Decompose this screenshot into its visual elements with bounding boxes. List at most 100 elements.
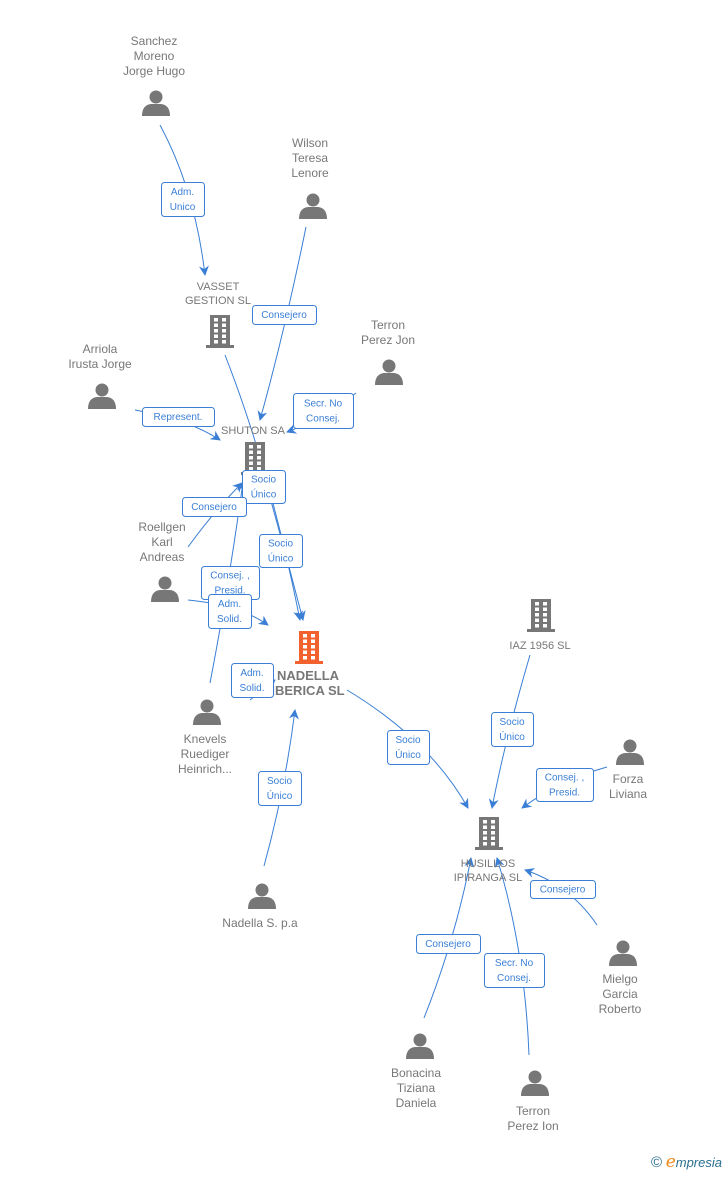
building-window [311, 650, 315, 654]
person-icon[interactable] [151, 576, 179, 603]
node-label[interactable]: VASSET [197, 281, 240, 293]
node-label[interactable]: GESTION SL [185, 295, 251, 307]
node-label[interactable]: Garcia [602, 987, 638, 1001]
node-label[interactable]: Bonacina [391, 1066, 441, 1080]
node-vasset[interactable]: VASSET GESTION SL [185, 281, 251, 348]
building-window [222, 329, 226, 333]
node-label[interactable]: Ruediger [181, 747, 230, 761]
node-label[interactable]: Teresa [292, 151, 328, 165]
node-husillos[interactable]: HUSILLOS IPIRANGA SL [454, 817, 522, 884]
building-window [249, 450, 253, 454]
node-shuton[interactable]: SHUTON SA [221, 425, 286, 475]
edge-label[interactable]: Consejero [416, 934, 481, 954]
node-iaz[interactable]: IAZ 1956 SL [509, 599, 571, 652]
node-label[interactable]: Jorge Hugo [123, 64, 185, 78]
edge-label[interactable]: Secr. No Consej. [293, 393, 354, 429]
node-label[interactable]: Forza [613, 772, 644, 786]
edge-label[interactable]: Socio Único [242, 470, 286, 504]
node-sanchez[interactable]: SanchezMorenoJorge Hugo [123, 34, 185, 116]
node-label[interactable]: Moreno [134, 49, 175, 63]
person-body [193, 713, 221, 725]
person-icon[interactable] [609, 940, 637, 967]
node-arriola[interactable]: ArriolaIrusta Jorge [68, 342, 132, 409]
node-label[interactable]: Daniela [396, 1096, 437, 1110]
node-roellgen[interactable]: RoellgenKarlAndreas [138, 520, 186, 603]
node-bonacina[interactable]: BonacinaTizianaDaniela [391, 1033, 441, 1111]
edge-label[interactable]: Socio Único [258, 771, 302, 806]
node-label[interactable]: IPIRANGA SL [454, 872, 522, 884]
node-label[interactable]: Arriola [83, 342, 118, 356]
edge-label[interactable]: Socio Único [259, 534, 303, 568]
edge-label[interactable]: Consej. , Presid. [536, 768, 594, 802]
node-label[interactable]: Roberto [599, 1002, 642, 1016]
node-wilson[interactable]: WilsonTeresaLenore [291, 136, 329, 219]
node-label[interactable]: Knevels [184, 732, 227, 746]
edge-label-text: Único [251, 488, 277, 501]
node-label[interactable]: Irusta Jorge [68, 357, 132, 371]
edge-label[interactable]: Socio Único [387, 730, 430, 765]
node-label[interactable]: Perez Ion [507, 1119, 558, 1133]
node-terronion[interactable]: TerronPerez Ion [507, 1070, 559, 1134]
node-label[interactable]: IAZ 1956 SL [509, 640, 570, 652]
building-body [210, 315, 230, 347]
node-label[interactable]: Terron [516, 1104, 550, 1118]
building-window [214, 318, 218, 322]
edge-label[interactable]: Secr. No Consej. [484, 953, 545, 988]
building-window [543, 602, 547, 606]
building-window [535, 624, 539, 628]
person-icon[interactable] [142, 90, 170, 117]
node-label[interactable]: Terron [371, 318, 405, 332]
node-label[interactable]: Mielgo [602, 972, 638, 986]
node-forza[interactable]: ForzaLiviana [609, 739, 647, 802]
node-nadella[interactable]: NADELLAIBERICA SL [271, 631, 345, 698]
node-label[interactable]: HUSILLOS [461, 858, 515, 870]
node-label[interactable]: Lenore [291, 166, 329, 180]
building-window [257, 450, 261, 454]
person-icon[interactable] [616, 739, 644, 766]
edge-label[interactable]: Adm. Unico [161, 182, 205, 217]
node-mielgo[interactable]: MielgoGarciaRoberto [599, 940, 642, 1017]
person-icon[interactable] [193, 699, 221, 726]
node-label[interactable]: Liviana [609, 787, 647, 801]
person-icon[interactable] [299, 193, 327, 220]
person-icon[interactable] [248, 883, 276, 910]
edge-label[interactable]: Adm. Solid. [208, 594, 252, 629]
node-label[interactable]: Tiziana [397, 1081, 436, 1095]
person-head [528, 1070, 542, 1084]
node-label[interactable]: Sanchez [131, 34, 178, 48]
building-window [257, 467, 261, 471]
node-label[interactable]: Perez Jon [361, 333, 415, 347]
node-label[interactable]: Wilson [292, 136, 328, 150]
node-label[interactable]: Andreas [140, 550, 185, 564]
node-label[interactable]: SHUTON SA [221, 425, 286, 437]
building-window [311, 634, 315, 638]
diagram-canvas: SanchezMorenoJorge Hugo WilsonTeresaLenor… [68, 34, 647, 1134]
person-icon[interactable] [406, 1033, 434, 1060]
person-icon[interactable] [88, 383, 116, 410]
edge-label[interactable]: Adm. Solid. [231, 663, 274, 698]
node-label[interactable]: IBERICA SL [271, 683, 344, 698]
person-icon[interactable] [375, 359, 403, 386]
node-terronjon[interactable]: TerronPerez Jon [361, 318, 415, 385]
node-knevels[interactable]: KnevelsRuedigerHeinrich... [178, 699, 232, 777]
node-label[interactable]: Nadella S. p.a [222, 916, 298, 930]
edge-label[interactable]: Represent. [142, 407, 215, 427]
edge-label[interactable]: Socio Único [491, 712, 534, 747]
node-label[interactable]: Karl [151, 535, 172, 549]
edge-label[interactable]: Consejero [252, 305, 317, 325]
person-icon[interactable] [521, 1070, 549, 1097]
node-label[interactable]: Roellgen [138, 520, 185, 534]
building-icon[interactable] [527, 599, 555, 632]
node-label[interactable]: NADELLA [277, 668, 340, 683]
node-label[interactable]: Heinrich... [178, 762, 232, 776]
edge-label-text: Solid. [217, 614, 242, 625]
building-window [222, 323, 226, 327]
edge-label[interactable]: Consejero [182, 497, 247, 517]
edge-label[interactable]: Consejero [530, 880, 596, 899]
building-window [249, 461, 253, 465]
building-icon[interactable] [475, 817, 503, 850]
edge-label-text: Único [268, 552, 294, 565]
building-icon[interactable] [206, 315, 234, 348]
node-nadellaspa[interactable]: Nadella S. p.a [222, 883, 298, 931]
building-icon[interactable] [295, 631, 323, 664]
